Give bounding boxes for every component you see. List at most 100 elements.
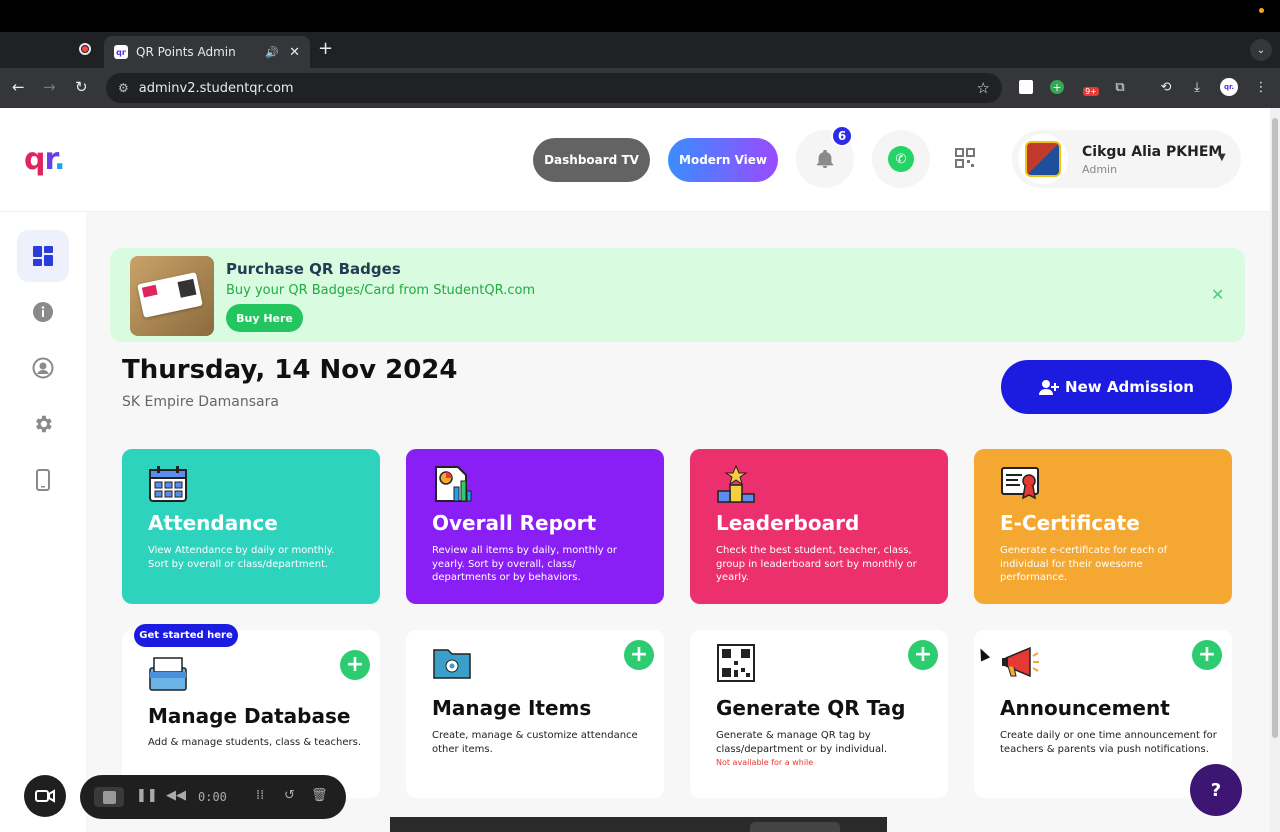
close-tab-icon[interactable]: ✕ — [289, 45, 300, 60]
tab-title: QR Points Admin — [136, 45, 236, 59]
help-button[interactable]: ? — [1190, 764, 1242, 816]
whatsapp-button[interactable]: ✆ — [872, 130, 930, 188]
add-user-icon — [1039, 380, 1060, 395]
qr-extension-icon[interactable] — [1017, 78, 1035, 96]
system-top-bar — [0, 0, 1280, 32]
forward-button[interactable]: → — [43, 78, 56, 96]
grid-icon[interactable]: ⁞⁞ — [256, 788, 264, 803]
profile-text: qr. — [1220, 78, 1238, 96]
browser-menu-icon[interactable]: ⋮ — [1252, 78, 1270, 96]
scrollbar-thumb[interactable] — [1272, 118, 1278, 738]
qr-scan-icon[interactable] — [955, 148, 975, 168]
generate-qr-tag-title: Generate QR Tag — [716, 696, 906, 720]
back-button[interactable]: ← — [12, 78, 25, 96]
promo-banner: Purchase QR Badges Buy your QR Badges/Ca… — [110, 248, 1245, 342]
recording-indicator-icon — [79, 43, 91, 55]
tab-search-button[interactable]: ⌄ — [1250, 39, 1272, 61]
overall-report-tile[interactable]: Overall Report Review all items by daily… — [406, 449, 664, 604]
add-qr-tag-button[interactable]: + — [908, 640, 938, 670]
restart-icon[interactable]: ↺ — [284, 788, 295, 803]
add-extension-icon[interactable]: + — [1048, 78, 1066, 96]
new-admission-button[interactable]: New Admission — [1001, 360, 1232, 414]
megaphone-icon — [1002, 646, 1039, 678]
reload-button[interactable]: ↻ — [75, 78, 88, 96]
e-certificate-desc: Generate e-certificate for each of indiv… — [1000, 545, 1168, 583]
user-role: Admin — [1082, 163, 1118, 176]
extension-badge: 9+ — [1083, 86, 1099, 96]
close-icon[interactable]: ✕ — [1211, 285, 1224, 304]
manage-database-card[interactable]: Manage Database Add & manage students, c… — [122, 630, 380, 798]
add-item-button[interactable]: + — [624, 640, 654, 670]
announcement-card[interactable]: Announcement Create daily or one time an… — [974, 630, 1232, 798]
trash-icon[interactable]: 🗑 — [311, 788, 328, 803]
status-dot — [1259, 8, 1264, 13]
app-logo[interactable]: qr. — [24, 142, 65, 177]
page-scrollbar[interactable] — [1270, 108, 1280, 832]
app-header: qr. Dashboard TV Modern View 6 ✆ Cikgu A… — [0, 108, 1270, 212]
manage-database-desc: Add & manage students, class & teachers. — [148, 737, 361, 748]
add-announcement-button[interactable]: + — [1192, 640, 1222, 670]
add-database-button[interactable]: + — [340, 650, 370, 680]
new-admission-label: New Admission — [1065, 378, 1194, 396]
announcement-desc: Create daily or one time announcement fo… — [1000, 730, 1217, 755]
sync-icon[interactable]: ⟲ — [1157, 78, 1175, 96]
tab-favicon-icon: qr — [114, 45, 128, 59]
bell-icon — [816, 149, 834, 169]
chevron-down-icon[interactable]: ▼ — [1218, 152, 1226, 163]
new-tab-button[interactable]: + — [318, 38, 333, 59]
e-certificate-title: E-Certificate — [1000, 511, 1140, 535]
folder-gear-icon — [433, 649, 471, 679]
sidebar-item-mobile[interactable] — [17, 454, 69, 506]
speaker-icon[interactable]: 🔊 — [265, 46, 279, 59]
sidebar-item-settings[interactable] — [17, 398, 69, 450]
report-chart-icon — [435, 466, 472, 502]
profile-avatar[interactable]: qr. — [1220, 78, 1238, 96]
extension-badge-icon[interactable]: 9+ — [1082, 78, 1100, 96]
user-name: Cikgu Alia PKHEM — [1082, 144, 1223, 160]
logo-dot: . — [54, 142, 65, 177]
bottom-overlay-bar — [390, 817, 887, 832]
certificate-icon — [1001, 467, 1039, 500]
sidebar-item-profile[interactable] — [17, 342, 69, 394]
recorder-camera-button[interactable] — [24, 775, 66, 817]
announcement-title: Announcement — [1000, 696, 1170, 720]
manage-items-desc: Create, manage & customize attendance ot… — [432, 730, 638, 755]
dashboard-tv-button[interactable]: Dashboard TV — [533, 138, 650, 182]
rewind-icon[interactable]: ◀◀ — [166, 788, 186, 803]
user-profile-menu[interactable]: Cikgu Alia PKHEM Admin ▼ — [1012, 130, 1241, 188]
pause-icon[interactable]: ❚❚ — [136, 788, 158, 803]
recorder-controls: ❚❚ ◀◀ 0:00 ⁞⁞ ↺ 🗑 — [80, 775, 346, 819]
sidebar-item-info[interactable] — [17, 286, 69, 338]
browser-tab[interactable]: qr QR Points Admin 🔊 ✕ — [104, 36, 310, 68]
school-name: SK Empire Damansara — [122, 394, 279, 410]
gear-icon — [36, 415, 52, 433]
crest-icon — [1025, 141, 1061, 177]
leaderboard-title: Leaderboard — [716, 511, 860, 535]
manage-items-card[interactable]: Manage Items Create, manage & customize … — [406, 630, 664, 798]
mobile-icon — [36, 469, 50, 491]
puzzle-extensions-icon[interactable]: ⧉ — [1111, 78, 1129, 96]
sidebar-item-dashboard[interactable] — [17, 230, 69, 282]
buy-here-button[interactable]: Buy Here — [226, 304, 303, 332]
address-bar[interactable]: ⚙ adminv2.studentqr.com ☆ — [106, 73, 1002, 103]
leaderboard-desc: Check the best student, teacher, class, … — [716, 545, 917, 583]
modern-view-button[interactable]: Modern View — [668, 138, 778, 182]
notification-count-badge: 6 — [831, 125, 853, 147]
bookmark-star-icon[interactable]: ☆ — [977, 79, 990, 97]
stop-recording-button[interactable] — [94, 787, 124, 807]
download-icon[interactable]: ⤓ — [1188, 78, 1206, 96]
web-page: qr. Dashboard TV Modern View 6 ✆ Cikgu A… — [0, 108, 1270, 832]
leaderboard-tile[interactable]: Leaderboard Check the best student, teac… — [690, 449, 948, 604]
get-started-badge: Get started here — [134, 624, 238, 647]
user-icon — [32, 357, 54, 379]
attendance-tile[interactable]: Attendance View Attendance by daily or m… — [122, 449, 380, 604]
site-info-icon[interactable]: ⚙ — [118, 81, 129, 95]
generate-qr-tag-card[interactable]: Generate QR Tag Generate & manage QR tag… — [690, 630, 948, 798]
e-certificate-tile[interactable]: E-Certificate Generate e-certificate for… — [974, 449, 1232, 604]
school-crest-avatar — [1018, 134, 1068, 184]
url-text: adminv2.studentqr.com — [138, 80, 294, 96]
qr-badge-image — [130, 256, 214, 336]
recording-timer: 0:00 — [198, 790, 227, 804]
generate-qr-tag-desc: Generate & manage QR tag by class/depart… — [716, 730, 888, 755]
attendance-title: Attendance — [148, 511, 278, 535]
